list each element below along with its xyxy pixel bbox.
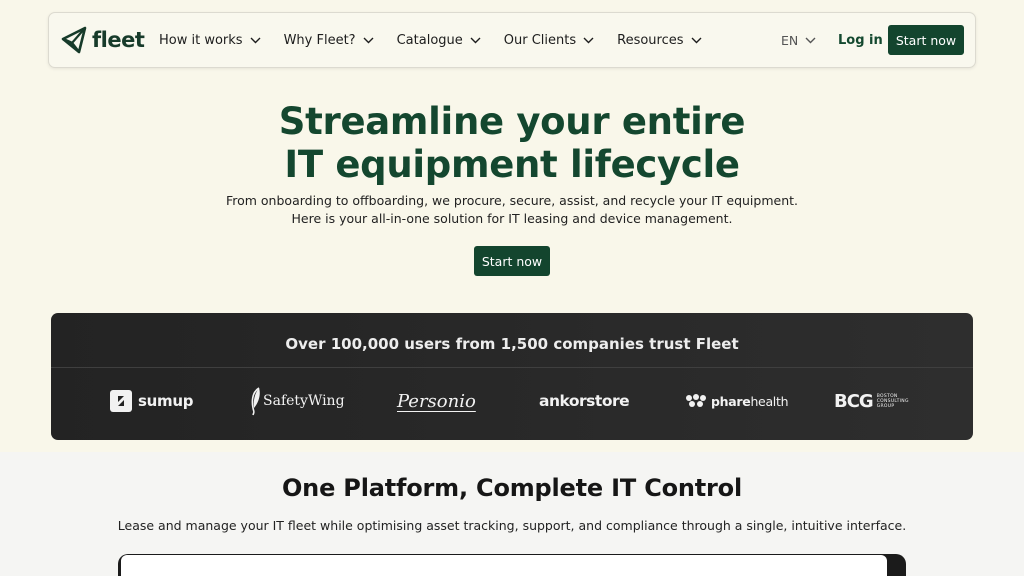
personio-wordmark: Personio bbox=[397, 390, 476, 412]
nav-item-catalogue[interactable]: Catalogue bbox=[397, 33, 481, 48]
nav-item-label: How it works bbox=[159, 32, 243, 48]
client-logo-personio: Personio bbox=[397, 381, 476, 421]
nav-item-label: Why Fleet? bbox=[283, 32, 356, 48]
chevron-down-icon bbox=[470, 37, 481, 43]
hero-title-line-2: IT equipment lifecycle bbox=[284, 143, 740, 186]
main-nav: How it works Why Fleet? Catalogue Our Cl… bbox=[159, 13, 725, 67]
flower-icon bbox=[686, 394, 706, 407]
chevron-down-icon bbox=[691, 37, 702, 43]
sumup-icon bbox=[110, 390, 132, 412]
bcg-subtext: BOSTON CONSULTING GROUP bbox=[877, 394, 909, 409]
chevron-down-icon bbox=[363, 37, 374, 43]
platform-title: One Platform, Complete IT Control bbox=[281, 474, 743, 502]
client-logo-sumup: sumup bbox=[110, 381, 193, 421]
phare-rest: health bbox=[750, 393, 789, 409]
platform-subtitle: Lease and manage your IT fleet while opt… bbox=[117, 518, 907, 533]
product-preview-screen bbox=[121, 555, 887, 576]
logo[interactable]: fleet bbox=[61, 25, 145, 55]
nav-item-label: Resources bbox=[617, 32, 684, 48]
navbar: fleet How it works Why Fleet? Catalogue … bbox=[48, 12, 976, 68]
client-logo-safetywing: SafetyWing bbox=[249, 381, 345, 421]
start-now-hero-button[interactable]: Start now bbox=[474, 246, 550, 276]
language-selector[interactable]: EN bbox=[781, 13, 816, 67]
trust-band: Over 100,000 users from 1,500 companies … bbox=[51, 313, 973, 440]
nav-item-how-it-works[interactable]: How it works bbox=[159, 33, 261, 48]
hero-title-line-1: Streamline your entire bbox=[278, 100, 746, 143]
nav-item-label: Our Clients bbox=[503, 32, 577, 48]
language-label: EN bbox=[781, 32, 799, 48]
bcg-line-3: GROUP bbox=[876, 403, 895, 409]
chevron-down-icon bbox=[250, 37, 261, 43]
login-link[interactable]: Log in bbox=[838, 13, 883, 67]
trust-title: Over 100,000 users from 1,500 companies … bbox=[285, 335, 739, 353]
bcg-wordmark: BCG bbox=[834, 390, 874, 412]
client-logo-bcg: BCG BOSTON CONSULTING GROUP bbox=[834, 381, 909, 421]
nav-item-why-fleet[interactable]: Why Fleet? bbox=[284, 33, 374, 48]
chevron-down-icon bbox=[583, 37, 594, 43]
hero-title: Streamline your entire IT equipment life… bbox=[0, 100, 1024, 186]
nav-item-resources[interactable]: Resources bbox=[617, 32, 702, 48]
paper-plane-icon bbox=[61, 26, 87, 54]
nav-item-our-clients[interactable]: Our Clients bbox=[504, 33, 594, 48]
logo-text: fleet bbox=[92, 28, 145, 52]
phare-bold: phare bbox=[711, 393, 751, 409]
safetywing-wordmark: SafetyWing bbox=[263, 393, 345, 409]
client-logo-phare-health: pharehealth bbox=[685, 381, 789, 421]
divider bbox=[51, 367, 973, 368]
start-now-nav-button[interactable]: Start now bbox=[888, 25, 964, 55]
chevron-down-icon bbox=[805, 37, 816, 43]
phare-health-wordmark: pharehealth bbox=[711, 393, 789, 409]
feather-icon bbox=[251, 387, 260, 416]
sumup-wordmark: sumup bbox=[138, 392, 194, 410]
client-logo-ankorstore: ankorstore bbox=[539, 381, 630, 421]
nav-item-label: Catalogue bbox=[396, 32, 463, 48]
ankorstore-wordmark: ankorstore bbox=[539, 392, 630, 410]
hero-subtitle: From onboarding to offboarding, we procu… bbox=[225, 193, 799, 226]
